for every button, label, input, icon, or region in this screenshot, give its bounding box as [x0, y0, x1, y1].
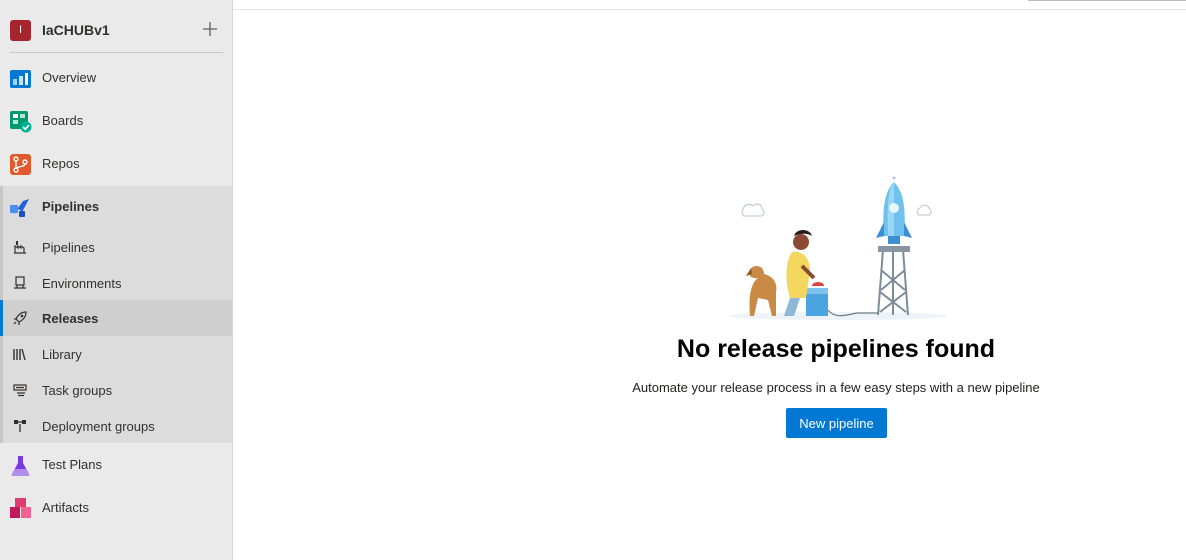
sub-item-releases[interactable]: Releases [0, 300, 232, 336]
nav-item-boards[interactable]: Boards [0, 100, 232, 143]
project-header[interactable]: I IaCHUBv1 [0, 10, 233, 52]
sub-item-library[interactable]: Library [0, 336, 232, 372]
search-box-edge[interactable] [1028, 0, 1186, 1]
sidebar: I IaCHUBv1 Overview Boards Repos Pipelin… [0, 0, 233, 560]
overview-icon [10, 70, 31, 88]
project-avatar: I [10, 20, 31, 41]
top-divider [233, 9, 1186, 10]
nav-label-test-plans: Test Plans [42, 457, 102, 472]
nav-item-artifacts[interactable]: Artifacts [0, 487, 232, 530]
library-icon [13, 348, 26, 361]
sub-label-deployment-groups: Deployment groups [42, 419, 155, 434]
sub-item-pipelines[interactable]: Pipelines [0, 229, 232, 265]
pipelines-sub-icon [14, 241, 26, 254]
sub-label-pipelines: Pipelines [42, 240, 95, 255]
boards-icon [10, 111, 32, 133]
artifacts-icon [10, 498, 31, 518]
nav-label-boards: Boards [42, 113, 84, 128]
release-illustration [728, 176, 948, 320]
nav-item-pipelines[interactable]: Pipelines [0, 186, 232, 229]
environments-icon [14, 276, 26, 289]
releases-icon [13, 311, 27, 325]
empty-state-subtitle: Automate your release process in a few e… [632, 380, 1040, 395]
plus-icon[interactable] [200, 19, 220, 39]
project-divider [10, 52, 223, 53]
nav-item-overview[interactable]: Overview [0, 57, 232, 100]
pipelines-icon [10, 199, 29, 217]
nav-label-repos: Repos [42, 156, 80, 171]
nav-item-test-plans[interactable]: Test Plans [0, 444, 232, 487]
project-name[interactable]: IaCHUBv1 [42, 22, 110, 38]
test-plans-icon [11, 456, 30, 476]
task-groups-icon [13, 384, 27, 397]
nav-label-pipelines: Pipelines [42, 199, 100, 214]
sub-item-task-groups[interactable]: Task groups [0, 372, 232, 408]
sub-item-environments[interactable]: Environments [0, 265, 232, 301]
nav-item-repos[interactable]: Repos [0, 143, 232, 186]
new-pipeline-button[interactable]: New pipeline [786, 408, 887, 438]
deployment-groups-icon [14, 420, 26, 432]
sub-label-environments: Environments [42, 276, 122, 291]
sub-label-library: Library [42, 347, 82, 362]
empty-state-title: No release pipelines found [676, 335, 996, 363]
repos-icon [10, 154, 31, 175]
sub-label-task-groups: Task groups [42, 383, 113, 398]
sub-label-releases: Releases [42, 311, 99, 326]
nav-label-overview: Overview [42, 70, 97, 85]
nav-label-artifacts: Artifacts [42, 500, 89, 515]
sub-item-deployment-groups[interactable]: Deployment groups [0, 408, 232, 444]
